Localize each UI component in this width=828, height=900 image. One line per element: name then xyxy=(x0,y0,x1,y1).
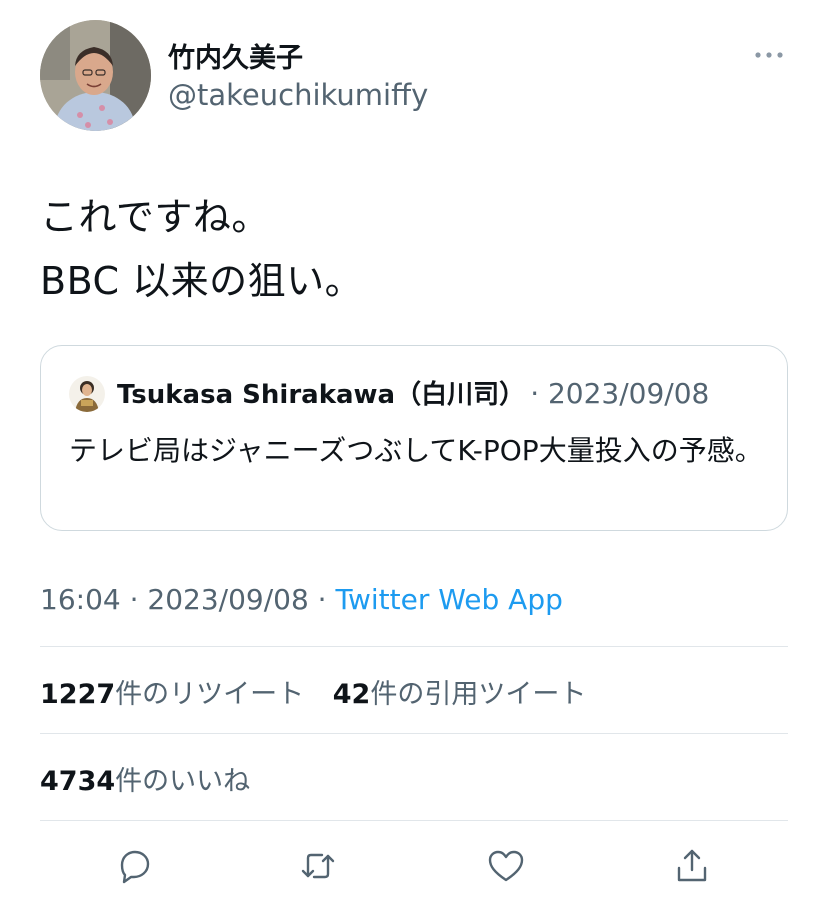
author-display-name[interactable]: 竹内久美子 xyxy=(168,36,303,75)
likes-label: 件のいいね xyxy=(115,766,251,797)
tweet-meta: 16:04 · 2023/09/08 · Twitter Web App xyxy=(40,583,563,616)
quote-author-name: Tsukasa Shirakawa（白川司） xyxy=(117,380,526,410)
retweets-label: 件のリツイート xyxy=(115,679,305,710)
retweets-stat[interactable]: 1227件のリツイート xyxy=(40,679,304,710)
likes-count: 4734 xyxy=(40,766,116,797)
retweets-count: 1227 xyxy=(40,679,116,710)
quote-header: Tsukasa Shirakawa（白川司） · 2023/09/08 xyxy=(117,374,709,411)
stats-row-retweets: 1227件のリツイート 42件の引用ツイート xyxy=(40,672,606,711)
tweet-timestamp[interactable]: 16:04 · 2023/09/08 · xyxy=(40,583,335,616)
tweet-source-link[interactable]: Twitter Web App xyxy=(335,583,562,616)
divider xyxy=(40,646,788,647)
divider xyxy=(40,733,788,734)
avatar-photo xyxy=(40,20,151,131)
more-options-icon[interactable] xyxy=(752,40,786,70)
author-handle[interactable]: @takeuchikumiffy xyxy=(168,78,428,112)
quoted-tweet-card[interactable]: Tsukasa Shirakawa（白川司） · 2023/09/08 テレビ局… xyxy=(40,345,788,531)
stats-row-likes: 4734件のいいね xyxy=(40,759,270,798)
reply-icon[interactable] xyxy=(114,846,154,886)
author-avatar[interactable] xyxy=(40,20,151,131)
likes-stat[interactable]: 4734件のいいね xyxy=(40,766,250,797)
divider xyxy=(40,820,788,821)
retweet-icon[interactable] xyxy=(298,846,338,886)
quote-author-avatar xyxy=(69,376,105,412)
quotes-count: 42 xyxy=(332,679,371,710)
quotes-stat[interactable]: 42件の引用ツイート xyxy=(333,679,587,710)
like-icon[interactable] xyxy=(486,846,526,886)
quotes-label: 件の引用ツイート xyxy=(370,679,587,710)
tweet-text-line-1: これですね。 xyxy=(40,195,270,239)
quote-text: テレビ局はジャニーズつぶしてK-POP大量投入の予感。 xyxy=(69,434,763,467)
share-icon[interactable] xyxy=(672,846,712,886)
quote-date: · 2023/09/08 xyxy=(530,377,710,410)
tweet-text-line-2: BBC 以来の狙い。 xyxy=(40,259,364,303)
